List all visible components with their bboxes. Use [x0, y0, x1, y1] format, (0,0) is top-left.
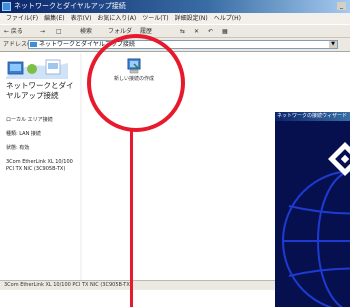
- chevron-down-icon[interactable]: ▼: [329, 41, 337, 48]
- network-folder-icon: [2, 2, 11, 11]
- menu-help[interactable]: ヘルプ(H): [214, 13, 241, 24]
- menu-view[interactable]: 表示(V): [71, 13, 92, 24]
- menu-file[interactable]: ファイル(F): [6, 13, 38, 24]
- window-title: ネットワークとダイヤルアップ接続: [14, 2, 126, 10]
- undo-icon[interactable]: ↶: [208, 27, 213, 36]
- menu-advanced[interactable]: 詳細設定(N): [175, 13, 208, 24]
- callout-line: [130, 130, 133, 307]
- menu-favorites[interactable]: お気に入り(A): [97, 13, 136, 24]
- connection-status: 状態: 有効: [6, 145, 30, 151]
- left-info-pane: ネットワークとダイヤルアップ接続 ローカル エリア接続 種類: LAN 接続 状…: [0, 53, 80, 280]
- callout-circle: [87, 34, 185, 132]
- delete-icon[interactable]: ✕: [194, 27, 199, 36]
- status-text: 3Com EtherLink XL 10/100 PCI TX NIC (3C9…: [4, 282, 132, 288]
- network-folder-icon: [30, 42, 37, 47]
- pane-splitter[interactable]: [80, 53, 82, 280]
- connection-type: 種類: LAN 接続: [6, 131, 41, 137]
- title-bar: ネットワークとダイヤルアップ接続 _: [0, 0, 350, 13]
- pane-title: ネットワークとダイヤルアップ接続: [6, 81, 74, 100]
- network-banner-icon: [6, 57, 68, 79]
- toolbar: ← 戻る → □ 検索 フォルダ 履歴 ⇆ ✕ ↶ ▦: [0, 24, 350, 38]
- dialog-title-bar[interactable]: ネットワークの接続ウィザード: [275, 112, 350, 121]
- up-button[interactable]: □: [56, 27, 62, 36]
- move-to-icon[interactable]: ⇆: [180, 27, 185, 36]
- menu-edit[interactable]: 編集(E): [44, 13, 64, 24]
- address-bar: アドレス(D) ネットワークとダイヤルアップ接続 ▼: [0, 38, 350, 52]
- menu-tools[interactable]: ツール(T): [142, 13, 168, 24]
- dialog-title: ネットワークの接続ウィザード: [277, 113, 348, 119]
- wizard-icon: [328, 142, 350, 176]
- minimize-button[interactable]: _: [337, 2, 346, 10]
- forward-button[interactable]: →: [40, 27, 45, 36]
- views-icon[interactable]: ▦: [222, 27, 228, 36]
- connection-name: ローカル エリア接続: [6, 117, 53, 123]
- globe-graphic: [282, 142, 350, 307]
- adapter-name: 3Com EtherLink XL 10/100 PCI TX NIC (3C9…: [6, 159, 73, 172]
- address-field[interactable]: ネットワークとダイヤルアップ接続 ▼: [28, 40, 338, 49]
- back-button[interactable]: ← 戻る: [4, 27, 23, 36]
- search-button[interactable]: 検索: [80, 27, 92, 36]
- wizard-dialog: ネットワークの接続ウィザード: [275, 112, 350, 307]
- menu-bar: ファイル(F) 編集(E) 表示(V) お気に入り(A) ツール(T) 詳細設定(N) ヘル…: [0, 13, 350, 24]
